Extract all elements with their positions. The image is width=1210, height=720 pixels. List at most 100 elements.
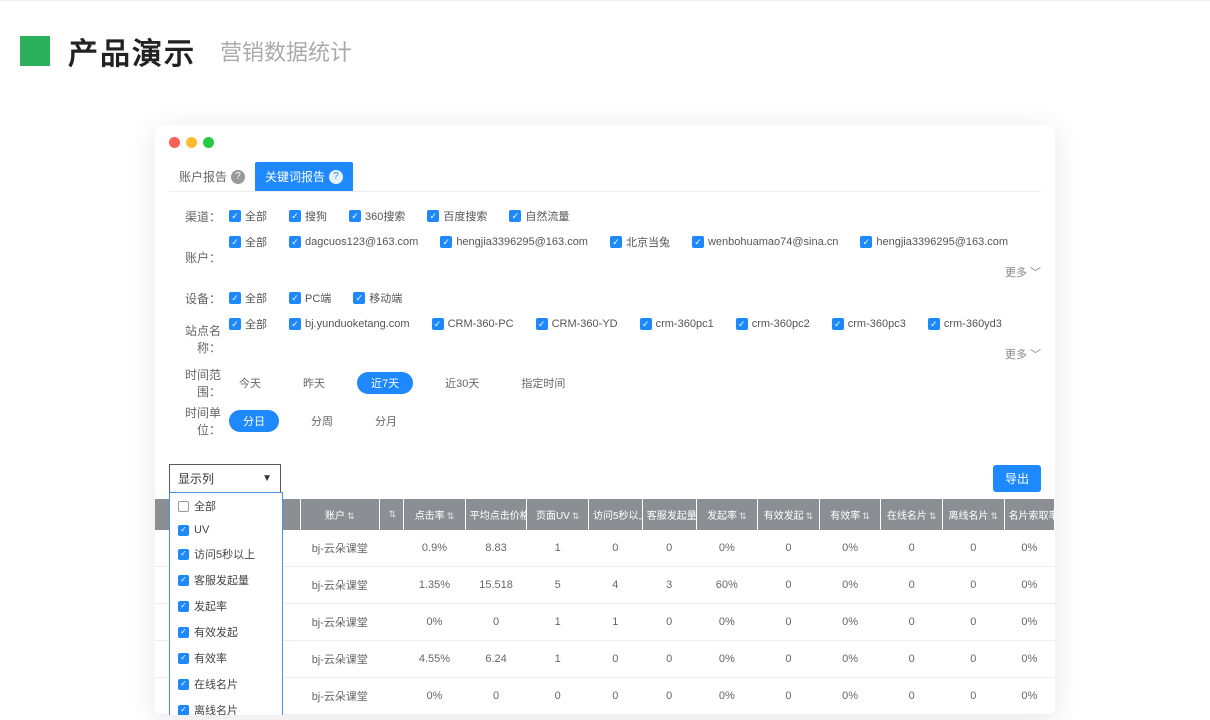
sort-icon: ⇅ (862, 511, 870, 521)
filter-option[interactable]: PC端 (289, 290, 331, 306)
filter-option[interactable]: wenbohuamao74@sina.cn (692, 236, 838, 248)
column-option-label: 离线名片 (194, 702, 238, 715)
filter-row-site: 站点名称： 全部 bj.yunduoketang.com CRM-360-PC … (169, 316, 1041, 362)
table-header-cell[interactable]: 发起率⇅ (696, 499, 758, 530)
table-cell: 0 (642, 641, 696, 678)
column-option[interactable]: 离线名片 (170, 697, 282, 715)
tab-keyword-report[interactable]: 关键词报告 ? (255, 162, 353, 191)
time-unit-option[interactable]: 分月 (365, 410, 407, 432)
filter-option[interactable]: hengjia3396295@163.com (440, 236, 588, 248)
table-cell: 0 (881, 641, 943, 678)
minimize-icon[interactable] (186, 137, 197, 148)
column-option[interactable]: 访问5秒以上 (170, 541, 282, 567)
dropdown-label: 显示列 (178, 470, 214, 487)
filter-option[interactable]: 自然流量 (509, 208, 569, 224)
help-icon[interactable]: ? (329, 170, 343, 184)
table-header-cell[interactable]: 点击率⇅ (404, 499, 466, 530)
filter-option[interactable]: 全部 (229, 208, 267, 224)
table-cell: 0 (758, 567, 820, 604)
column-option[interactable]: 发起率 (170, 593, 282, 619)
table-cell: 0% (696, 678, 758, 715)
table-header-cell[interactable]: 访问5秒以上⇅ (588, 499, 642, 530)
filter-option[interactable]: 百度搜索 (427, 208, 487, 224)
column-option-label: UV (194, 524, 209, 536)
filter-option[interactable]: 360搜索 (349, 208, 405, 224)
filter-option[interactable]: dagcuos123@163.com (289, 236, 418, 248)
tab-label: 关键词报告 (265, 168, 325, 185)
column-option[interactable]: 全部 (170, 493, 282, 519)
column-option[interactable]: 有效率 (170, 645, 282, 671)
filter-option[interactable]: 移动端 (353, 290, 402, 306)
column-option[interactable]: 有效发起 (170, 619, 282, 645)
more-accounts-link[interactable]: 更多﹀ (1005, 264, 1041, 280)
checkbox-icon (536, 318, 548, 330)
time-unit-active[interactable]: 分日 (229, 410, 279, 432)
table-cell: 3 (642, 567, 696, 604)
table-header-cell[interactable]: ⇅ (379, 499, 404, 530)
table-header-cell[interactable]: 有效率⇅ (819, 499, 881, 530)
table-cell: 0 (758, 604, 820, 641)
filter-option[interactable]: CRM-360-YD (536, 318, 618, 330)
filter-option[interactable]: bj.yunduoketang.com (289, 318, 410, 330)
column-option-label: 有效发起 (194, 624, 238, 640)
time-option[interactable]: 今天 (229, 372, 271, 394)
table-cell (379, 678, 404, 715)
table-cell: 8.83 (465, 530, 527, 567)
time-option[interactable]: 近30天 (435, 372, 489, 394)
filter-option[interactable]: crm-360yd3 (928, 318, 1002, 330)
checkbox-icon (349, 210, 361, 222)
filter-option[interactable]: crm-360pc3 (832, 318, 906, 330)
title-accent-block (20, 36, 50, 66)
maximize-icon[interactable] (203, 137, 214, 148)
column-select-dropdown[interactable]: 显示列 ▼ 全部UV访问5秒以上客服发起量发起率有效发起有效率在线名片离线名片名… (169, 464, 281, 493)
table-cell: 0% (404, 678, 466, 715)
table-header-cell[interactable]: 有效发起⇅ (758, 499, 820, 530)
time-option[interactable]: 指定时间 (511, 372, 575, 394)
data-table-wrap: 账户⇅⇅点击率⇅平均点击价格(元)⇅页面UV⇅访问5秒以上⇅客服发起量⇅发起率⇅… (155, 499, 1055, 715)
table-header-cell[interactable]: 客服发起量⇅ (642, 499, 696, 530)
time-option[interactable]: 昨天 (293, 372, 335, 394)
column-option[interactable]: UV (170, 519, 282, 541)
filter-option[interactable]: 全部 (229, 234, 267, 250)
time-unit-option[interactable]: 分周 (301, 410, 343, 432)
report-tabs: 账户报告 ? 关键词报告 ? (155, 154, 1055, 191)
table-header-cell[interactable]: 账户⇅ (301, 499, 379, 530)
column-option[interactable]: 客服发起量 (170, 567, 282, 593)
sort-icon: ⇅ (929, 511, 937, 521)
table-header-cell[interactable]: 离线名片⇅ (942, 499, 1004, 530)
filter-option[interactable]: hengjia3396295@163.com (860, 236, 1008, 248)
table-cell: 0% (1004, 641, 1054, 678)
filter-option[interactable]: crm-360pc2 (736, 318, 810, 330)
table-cell: 5 (527, 567, 589, 604)
table-header-cell[interactable]: 页面UV⇅ (527, 499, 589, 530)
tab-account-report[interactable]: 账户报告 ? (169, 162, 255, 191)
table-header-cell[interactable]: 在线名片⇅ (881, 499, 943, 530)
sort-icon: ⇅ (389, 509, 397, 519)
checkbox-icon (178, 575, 189, 586)
column-option[interactable]: 在线名片 (170, 671, 282, 697)
checkbox-icon (736, 318, 748, 330)
filter-option[interactable]: CRM-360-PC (432, 318, 514, 330)
window-controls (155, 125, 1055, 154)
filter-option[interactable]: 北京当兔 (610, 234, 670, 250)
filter-option[interactable]: crm-360pc1 (640, 318, 714, 330)
checkbox-icon (640, 318, 652, 330)
table-cell: bj-云朵课堂 (301, 641, 379, 678)
table-cell: 0 (642, 530, 696, 567)
filter-option[interactable]: 全部 (229, 316, 267, 332)
table-cell: 0 (881, 530, 943, 567)
table-header-cell[interactable]: 名片索取率⇅ (1004, 499, 1054, 530)
column-dropdown-panel: 全部UV访问5秒以上客服发起量发起率有效发起有效率在线名片离线名片名片索取率有效… (169, 492, 283, 715)
more-sites-link[interactable]: 更多﹀ (1005, 346, 1041, 362)
filter-option[interactable]: 全部 (229, 290, 267, 306)
table-cell (379, 530, 404, 567)
chevron-down-icon: ▼ (262, 473, 272, 484)
close-icon[interactable] (169, 137, 180, 148)
checkbox-icon (229, 236, 241, 248)
table-cell: 60% (696, 567, 758, 604)
filter-option[interactable]: 搜狗 (289, 208, 327, 224)
table-header-cell[interactable]: 平均点击价格(元)⇅ (465, 499, 527, 530)
help-icon[interactable]: ? (231, 170, 245, 184)
time-option-active[interactable]: 近7天 (357, 372, 413, 394)
export-button[interactable]: 导出 (993, 465, 1041, 492)
